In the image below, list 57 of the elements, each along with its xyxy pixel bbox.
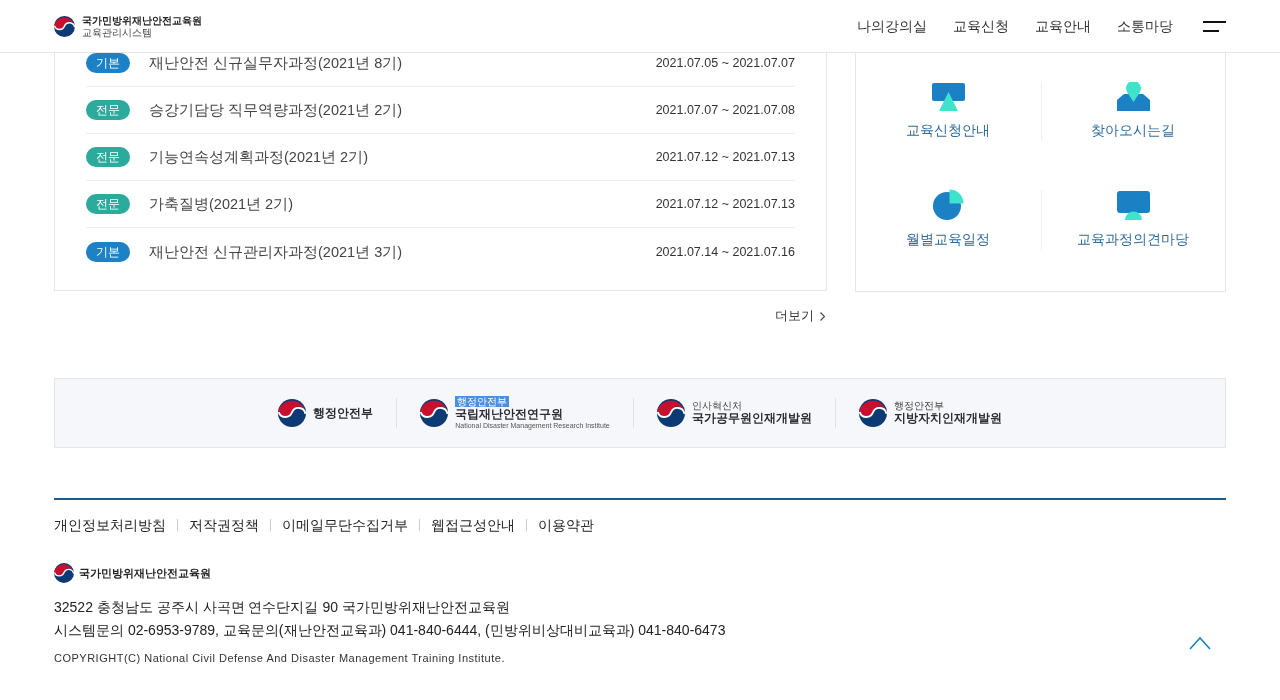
course-period: 2021.07.05 ~ 2021.07.07 bbox=[655, 55, 795, 71]
footer-link[interactable]: 이용약관 bbox=[538, 515, 594, 535]
emblem-icon bbox=[420, 399, 449, 427]
partner-overline: 인사혁신처 bbox=[691, 400, 742, 411]
course-title-link[interactable]: 승강기담당 직무역량과정(2021년 2기) bbox=[149, 100, 403, 120]
category-badge: 전문 bbox=[86, 100, 130, 120]
footer-link[interactable]: 저작권정책 bbox=[189, 515, 259, 535]
address-text: 32522 충청남도 공주시 사곡면 연수단지길 90 국가민방위재난안전교육원 bbox=[54, 598, 510, 617]
logo-subtitle: 교육관리시스템 bbox=[82, 26, 153, 39]
emblem-icon bbox=[278, 399, 307, 427]
emblem-icon bbox=[858, 399, 887, 427]
copyright-text: COPYRIGHT(C) National Civil Defense And Disaster Management Training Institute. bbox=[54, 651, 505, 665]
category-badge: 전문 bbox=[86, 194, 130, 214]
course-period: 2021.07.12 ~ 2021.07.13 bbox=[655, 196, 795, 212]
partner-name: 지방자치인재개발원 bbox=[893, 411, 1002, 426]
nav-link[interactable]: 나의강의실 bbox=[857, 16, 927, 36]
map-pin-icon bbox=[1116, 82, 1150, 111]
more-link[interactable]: 더보기 bbox=[775, 308, 825, 324]
course-title-link[interactable]: 가축질병(2021년 2기) bbox=[149, 194, 293, 214]
category-badge: 전문 bbox=[86, 147, 130, 167]
category-badge: 기본 bbox=[86, 53, 130, 73]
course-period: 2021.07.07 ~ 2021.07.08 bbox=[655, 102, 795, 118]
quick-link[interactable]: 월별교육일정 bbox=[906, 190, 991, 249]
category-badge: 기본 bbox=[86, 241, 130, 262]
footer-link[interactable]: 웹접근성안내 bbox=[431, 515, 515, 535]
quick-link[interactable]: 찾아오시는길 bbox=[1091, 81, 1176, 140]
emblem-icon bbox=[656, 399, 685, 427]
menu-button[interactable] bbox=[1203, 20, 1226, 32]
partner-badge: 행정안전부 bbox=[455, 396, 510, 407]
contact-text: 시스템문의 02-6953-9789, 교육문의(재난안전교육과) 041-840-6444, (민방위비상대비교육과) 041-840-6473 bbox=[54, 621, 726, 640]
quick-link[interactable]: 교육신청안내 bbox=[906, 81, 991, 140]
chevron-up-icon bbox=[1189, 636, 1211, 650]
footer-logo-title: 국가민방위재난안전교육원 bbox=[79, 566, 211, 580]
nav-link[interactable]: 교육안내 bbox=[1035, 16, 1091, 36]
pie-chart-icon bbox=[932, 189, 964, 220]
course-period: 2021.07.14 ~ 2021.07.16 bbox=[655, 243, 795, 260]
scroll-top-button[interactable] bbox=[1189, 636, 1211, 650]
course-title-link[interactable]: 재난안전 신규실무자과정(2021년 8기) bbox=[149, 53, 403, 73]
partner-name: 행정안전부 bbox=[313, 405, 374, 421]
nav-link[interactable]: 소통마당 bbox=[1117, 16, 1173, 36]
course-title-link[interactable]: 기능연속성계획과정(2021년 2기) bbox=[149, 147, 368, 167]
course-title-link[interactable]: 재난안전 신규관리자과정(2021년 3기) bbox=[149, 241, 403, 262]
monitor-icon bbox=[1116, 191, 1150, 220]
partner-name: 국가공무원인재개발원 bbox=[691, 411, 812, 426]
logo-title: 국가민방위재난안전교육원 bbox=[82, 14, 202, 27]
partner-name: 국립재난안전연구원 bbox=[455, 407, 564, 422]
chevron-right-icon bbox=[820, 311, 825, 321]
menu-icon bbox=[1203, 20, 1226, 32]
nav-link[interactable]: 교육신청 bbox=[953, 16, 1009, 36]
quick-link[interactable]: 교육과정의견마당 bbox=[1077, 190, 1190, 249]
emblem-icon bbox=[54, 16, 75, 37]
footer-link[interactable]: 이메일무단수집거부 bbox=[282, 515, 408, 535]
course-period: 2021.07.12 ~ 2021.07.13 bbox=[655, 149, 795, 165]
footer-link[interactable]: 개인정보처리방침 bbox=[54, 515, 166, 535]
emblem-icon bbox=[54, 563, 74, 583]
presentation-screen-icon bbox=[931, 83, 965, 111]
partner-overline: 행정안전부 bbox=[893, 400, 944, 411]
